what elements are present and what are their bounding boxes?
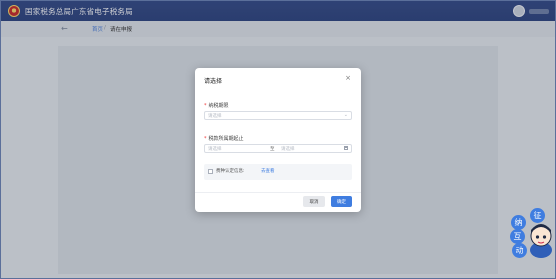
- levy-info-notice: 费种认定信息: 去查看: [204, 164, 352, 180]
- required-mark: *: [204, 103, 207, 109]
- end-date-input[interactable]: 请选择: [281, 146, 295, 152]
- dialog-divider: [195, 192, 361, 193]
- levy-info-text: 费种认定信息:: [216, 169, 245, 174]
- range-separator: 至: [270, 147, 275, 152]
- close-icon[interactable]: ×: [345, 74, 351, 82]
- tax-period-range-label: * 税款所属期起止: [204, 136, 244, 142]
- calendar-icon[interactable]: [344, 146, 348, 150]
- tax-period-placeholder: 请选择: [208, 114, 222, 119]
- tax-period-select[interactable]: 请选择 ⌄: [204, 111, 352, 120]
- selection-dialog: 请选择 × * 纳税期限 请选择 ⌄ * 税款所属期起止 请选择 至 请选择 费种认…: [195, 68, 361, 212]
- required-mark: *: [204, 136, 207, 142]
- dialog-title: 请选择: [204, 78, 223, 85]
- date-range-picker[interactable]: 请选择 至 请选择: [204, 144, 352, 153]
- tax-period-label: * 纳税期限: [204, 103, 229, 109]
- assistant-char-4: 动: [512, 243, 527, 258]
- view-link[interactable]: 去查看: [261, 168, 275, 174]
- assistant-char-2: 纳: [511, 215, 526, 230]
- chevron-down-icon: ⌄: [343, 112, 348, 118]
- assistant-avatar-icon: [530, 224, 552, 258]
- tax-interaction-assistant[interactable]: 征 纳 互 动: [509, 208, 555, 260]
- levy-info-checkbox[interactable]: [208, 169, 213, 174]
- cancel-button[interactable]: 取消: [303, 196, 325, 207]
- start-date-input[interactable]: 请选择: [208, 146, 222, 152]
- confirm-button[interactable]: 确定: [331, 196, 352, 207]
- assistant-char-3: 互: [510, 229, 525, 244]
